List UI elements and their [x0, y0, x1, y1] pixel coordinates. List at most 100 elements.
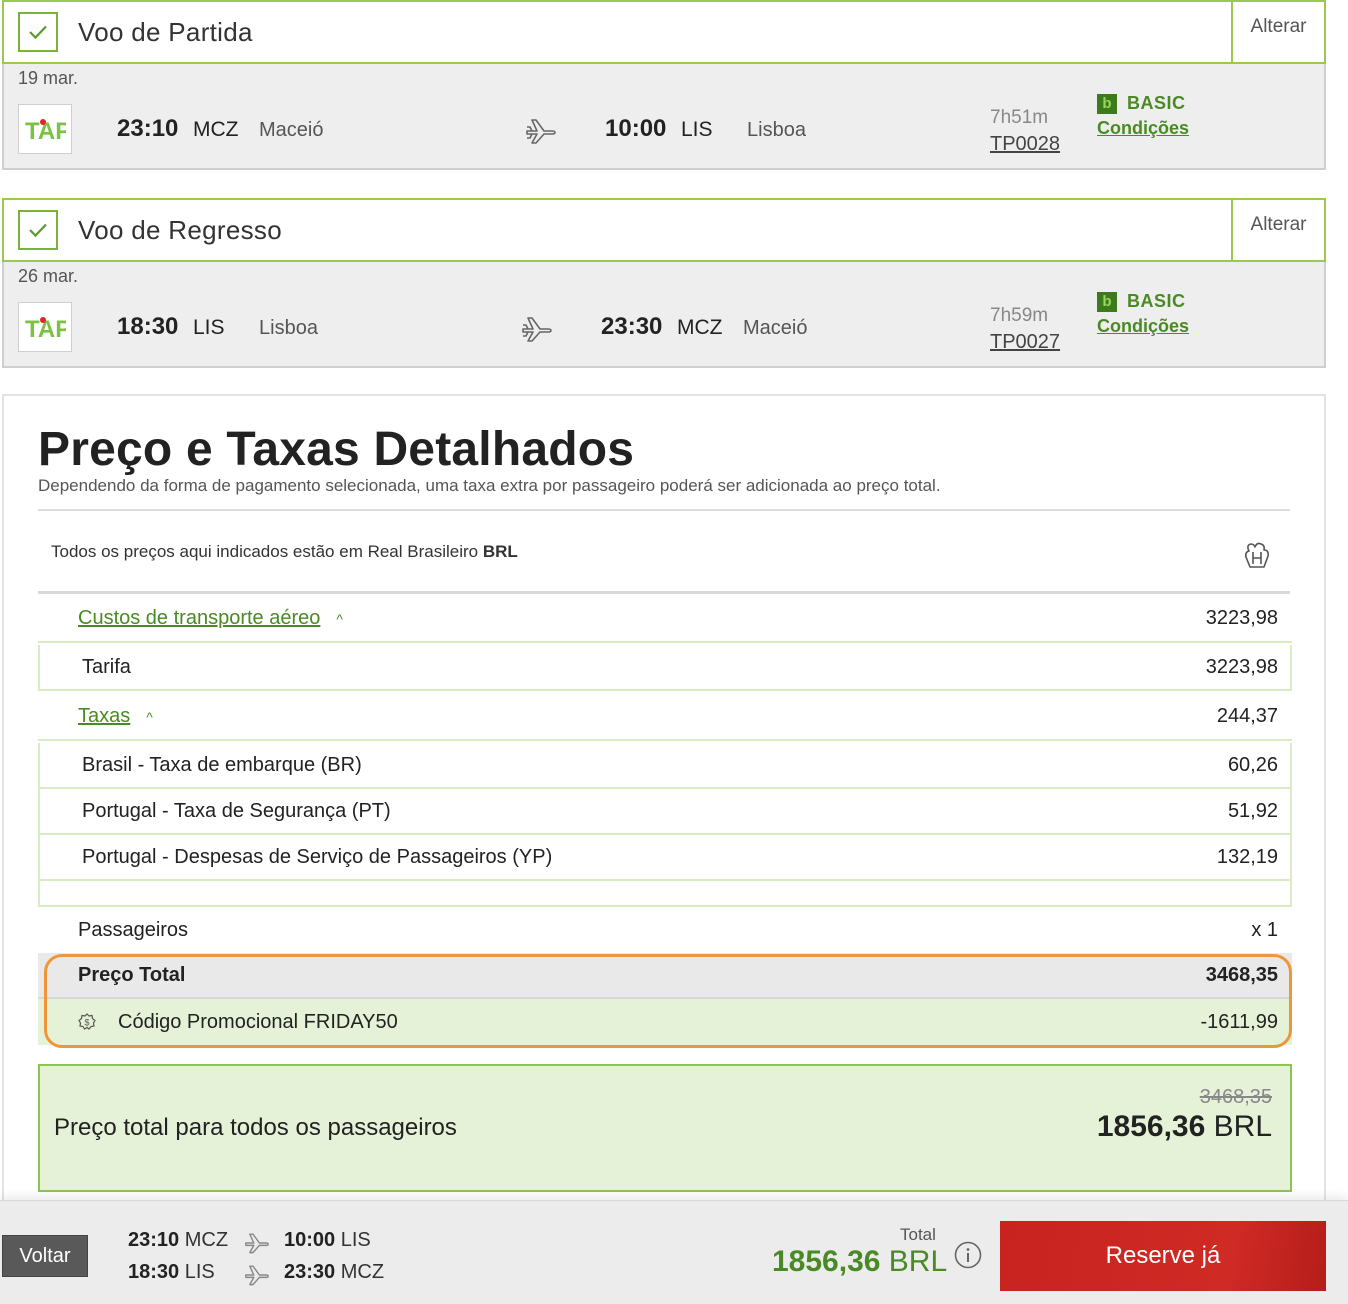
tax-item-value: 60,26 — [1227, 753, 1278, 776]
summary-out-arr-time: 10:00 — [284, 1229, 336, 1251]
tarifa-value: 3223,98 — [1205, 655, 1278, 678]
bottom-total-currency: BRL — [888, 1245, 948, 1278]
spacer-row — [38, 881, 1292, 907]
outbound-fare-badge: b BASIC — [1097, 93, 1186, 114]
bottom-total: 1856,36 BRL — [772, 1245, 947, 1279]
inbound-flight-panel: Voo de Regresso Alterar 26 mar. TAP 18:3… — [2, 198, 1326, 368]
back-button[interactable]: Voltar — [2, 1235, 88, 1277]
tap-logo: TAP — [18, 104, 72, 154]
taxes-row[interactable]: Taxas ^ 244,37 — [38, 693, 1292, 741]
outbound-flight-details: 19 mar. TAP 23:10 MCZ Maceió 10:00 LIS L… — [2, 64, 1326, 170]
basic-fare-icon: b — [1097, 291, 1117, 312]
grand-total-box: Preço total para todos os passageiros 34… — [38, 1064, 1292, 1192]
promo-code-row: $ Código Promocional FRIDAY50 -1611,99 — [38, 999, 1292, 1045]
bottom-total-amount: 1856,36 — [772, 1245, 881, 1278]
total-price-label: Preço Total — [78, 963, 186, 986]
check-icon — [18, 210, 58, 250]
outbound-dep-code: MCZ — [193, 118, 239, 141]
chevron-up-icon: ^ — [336, 610, 343, 627]
passengers-label: Passageiros — [78, 918, 189, 941]
currency-note: Todos os preços aqui indicados estão em … — [51, 542, 518, 562]
inbound-title: Voo de Regresso — [78, 214, 282, 245]
summary-out-dep-time: 23:10 — [128, 1229, 180, 1251]
outbound-duration: 7h51m — [990, 107, 1049, 128]
passengers-value: x 1 — [1251, 918, 1278, 941]
inbound-conditions-link[interactable]: Condições — [1097, 316, 1189, 337]
outbound-dep-time: 23:10 — [117, 115, 179, 142]
outbound-arr-city: Lisboa — [747, 119, 806, 141]
inbound-arr-city: Maceió — [743, 317, 808, 339]
inbound-arr-time: 23:30 — [601, 313, 663, 340]
bottom-bar: Voltar 23:10 MCZ 10:00 LIS 18:30 LIS 23:… — [0, 1200, 1348, 1304]
tarifa-row: Tarifa 3223,98 — [38, 645, 1292, 691]
inbound-flight-header: Voo de Regresso Alterar — [2, 198, 1326, 262]
summary-out-dep: 23:10 MCZ — [128, 1229, 228, 1252]
summary-in-dep-code: LIS — [184, 1261, 215, 1283]
outbound-change-button[interactable]: Alterar — [1231, 2, 1324, 62]
summary-in-dep: 18:30 LIS — [128, 1261, 215, 1284]
air-costs-value: 3223,98 — [1205, 606, 1278, 629]
money-icon[interactable] — [1240, 538, 1274, 577]
outbound-dep-city: Maceió — [259, 119, 324, 141]
inbound-change-button[interactable]: Alterar — [1231, 200, 1324, 260]
svg-text:$: $ — [84, 1018, 89, 1028]
inbound-fare-label: BASIC — [1127, 291, 1186, 311]
plane-icon — [521, 314, 553, 349]
chevron-up-icon: ^ — [146, 708, 153, 725]
inbound-arr-code: MCZ — [677, 316, 723, 339]
tarifa-label: Tarifa — [82, 655, 131, 678]
price-title: Preço e Taxas Detalhados — [38, 423, 635, 476]
outbound-conditions-link[interactable]: Condições — [1097, 118, 1189, 139]
promo-code-label: $ Código Promocional FRIDAY50 — [78, 1011, 398, 1034]
grand-total-label: Preço total para todos os passageiros — [54, 1114, 457, 1141]
taxes-label[interactable]: Taxas ^ — [78, 705, 153, 728]
summary-out-dep-code: MCZ — [184, 1229, 229, 1251]
tax-item-row: Portugal - Taxa de Segurança (PT) 51,92 — [38, 789, 1292, 835]
air-costs-label[interactable]: Custos de transporte aéreo ^ — [78, 607, 343, 630]
total-caption: Total — [900, 1225, 936, 1244]
tax-item-label: Portugal - Taxa de Segurança (PT) — [82, 799, 391, 822]
basic-fare-icon: b — [1097, 93, 1117, 114]
taxes-label-text: Taxas — [78, 704, 131, 727]
currency-note-text: Todos os preços aqui indicados estão em … — [51, 542, 479, 561]
grand-total-amount: 1856,36 — [1096, 1110, 1206, 1143]
price-subtitle: Dependendo da forma de pagamento selecio… — [38, 476, 941, 495]
coupon-icon: $ — [78, 1013, 96, 1031]
summary-out-arr: 10:00 LIS — [284, 1229, 371, 1252]
inbound-dep-city: Lisboa — [259, 317, 318, 339]
grand-total-currency: BRL — [1213, 1110, 1272, 1143]
tax-item-row: Portugal - Despesas de Serviço de Passag… — [38, 835, 1292, 881]
inbound-date: 26 mar. — [18, 266, 79, 286]
outbound-fare-label: BASIC — [1127, 93, 1186, 113]
check-icon — [18, 12, 58, 52]
info-icon[interactable] — [954, 1241, 982, 1274]
tax-item-value: 51,92 — [1227, 799, 1278, 822]
inbound-flight-details: 26 mar. TAP 18:30 LIS Lisboa 23:30 MCZ M… — [2, 262, 1326, 368]
outbound-arr-code: LIS — [681, 118, 713, 141]
tax-item-label: Brasil - Taxa de embarque (BR) — [82, 753, 362, 776]
total-price-row: Preço Total 3468,35 — [38, 953, 1292, 999]
promo-code-text: Código Promocional FRIDAY50 — [118, 1010, 398, 1033]
taxes-value: 244,37 — [1216, 704, 1278, 727]
plane-icon — [244, 1263, 270, 1292]
summary-in-arr-time: 23:30 — [284, 1261, 336, 1283]
tax-item-value: 132,19 — [1216, 845, 1278, 868]
summary-in-arr: 23:30 MCZ — [284, 1261, 384, 1284]
divider — [38, 509, 1290, 511]
divider — [38, 591, 1290, 594]
inbound-flight-number[interactable]: TP0027 — [990, 331, 1060, 354]
inbound-duration: 7h59m — [990, 305, 1049, 326]
reserve-now-button[interactable]: Reserve já — [1000, 1221, 1326, 1291]
summary-out-arr-code: LIS — [340, 1229, 371, 1251]
grand-total-price: 1856,36 BRL — [1097, 1110, 1272, 1144]
passengers-row: Passageiros x 1 — [38, 907, 1292, 953]
outbound-arr-time: 10:00 — [605, 115, 667, 142]
air-costs-row[interactable]: Custos de transporte aéreo ^ 3223,98 — [38, 595, 1292, 643]
outbound-flight-header: Voo de Partida Alterar — [2, 0, 1326, 64]
inbound-fare-badge: b BASIC — [1097, 291, 1186, 312]
inbound-dep-time: 18:30 — [117, 313, 179, 340]
inbound-dep-code: LIS — [193, 316, 225, 339]
outbound-flight-number[interactable]: TP0028 — [990, 133, 1060, 156]
outbound-title: Voo de Partida — [78, 16, 253, 47]
outbound-flight-panel: Voo de Partida Alterar 19 mar. TAP 23:10… — [2, 0, 1326, 170]
